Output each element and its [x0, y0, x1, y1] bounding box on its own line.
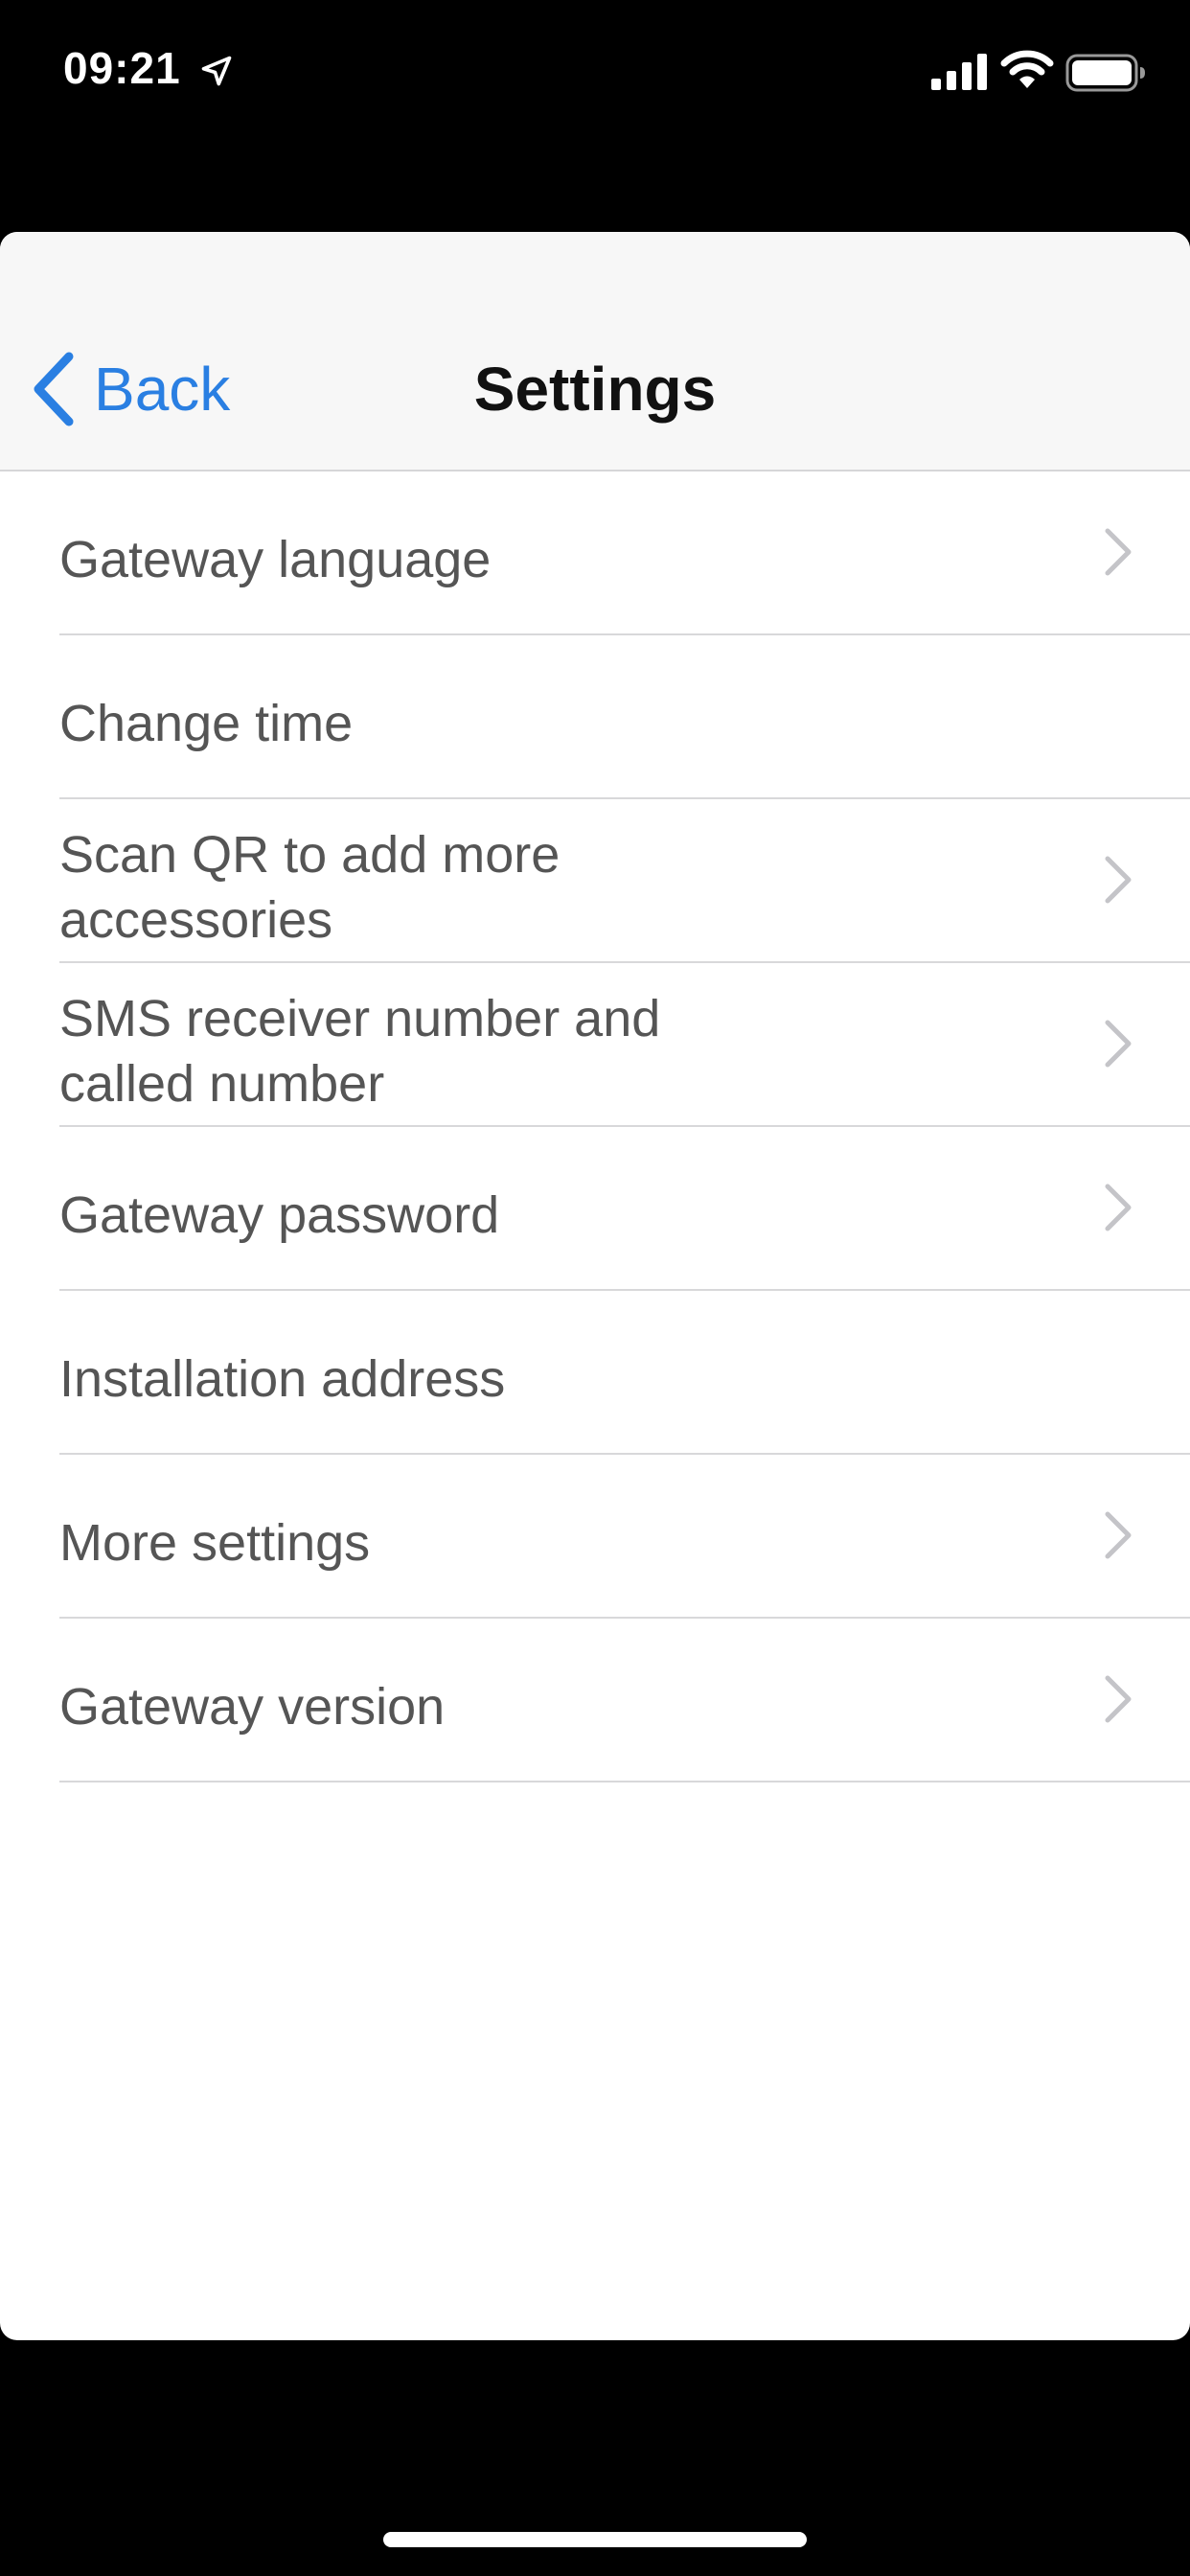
settings-sheet: Back Settings Gateway language Change ti… — [0, 232, 1190, 2340]
row-label: Gateway version — [59, 1677, 446, 1736]
row-label: Installation address — [59, 1349, 506, 1408]
row-change-time[interactable]: Change time — [59, 635, 1190, 799]
chevron-right-icon — [1105, 1675, 1132, 1723]
row-scan-qr[interactable]: Scan QR to add more accessories — [59, 799, 1190, 963]
signal-icon — [931, 54, 987, 90]
row-label: Scan QR to add more accessories — [59, 825, 561, 949]
row-label: More settings — [59, 1513, 371, 1572]
home-indicator[interactable] — [383, 2532, 807, 2547]
row-gateway-version[interactable]: Gateway version — [59, 1619, 1190, 1782]
row-installation-address[interactable]: Installation address — [59, 1291, 1190, 1455]
chevron-right-icon — [1105, 1020, 1132, 1068]
wifi-icon — [1000, 50, 1054, 88]
page-title: Settings — [473, 355, 717, 424]
row-gateway-language[interactable]: Gateway language — [59, 472, 1190, 635]
chevron-right-icon — [1105, 1511, 1132, 1559]
chevron-right-icon — [1105, 528, 1132, 576]
row-label: Gateway language — [59, 530, 492, 588]
chevron-right-icon — [1105, 1184, 1132, 1231]
battery-icon — [1065, 54, 1145, 92]
status-time: 09:21 — [63, 43, 181, 93]
chevron-right-icon — [1105, 856, 1132, 904]
row-sms-receiver-number[interactable]: SMS receiver number and called number — [59, 963, 1190, 1127]
navigation-bar: Back Settings — [0, 232, 1190, 472]
status-bar: 09:21 — [0, 0, 1190, 144]
row-gateway-password[interactable]: Gateway password — [59, 1127, 1190, 1291]
row-more-settings[interactable]: More settings — [59, 1455, 1190, 1619]
row-label: Gateway password — [59, 1185, 500, 1244]
row-label: Change time — [59, 694, 354, 752]
location-arrow-icon — [201, 56, 232, 86]
row-label: SMS receiver number and called number — [59, 989, 661, 1113]
settings-list: Gateway language Change time Scan QR to … — [0, 472, 1190, 1782]
